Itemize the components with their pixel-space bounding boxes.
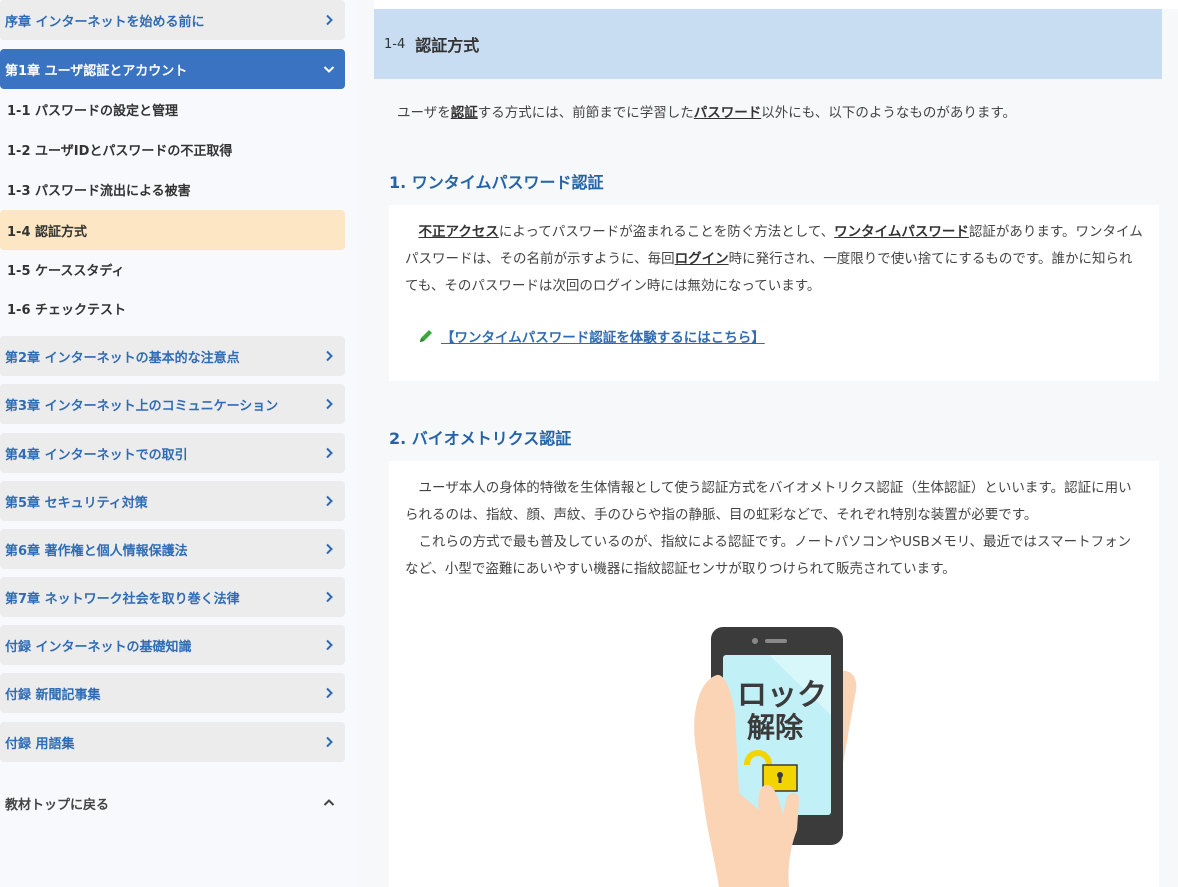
appendix-news[interactable]: 付録 新聞記事集 — [0, 673, 345, 713]
chapter-6[interactable]: 第6章 著作権と個人情報保護法 — [0, 529, 345, 569]
chapter-4[interactable]: 第4章 インターネットでの取引 — [0, 433, 345, 473]
chevron-right-icon — [326, 447, 333, 459]
top-strip — [374, 0, 1178, 9]
screen-text-line2: 解除 — [747, 711, 804, 744]
chapter-label: 付録 インターネットの基礎知識 — [5, 639, 192, 655]
pencil-icon — [420, 330, 432, 342]
section-number: 1-4 — [384, 36, 406, 52]
chapter-label: 第6章 著作権と個人情報保護法 — [5, 543, 188, 559]
chapter-5[interactable]: 第5章 セキュリティ対策 — [0, 481, 345, 521]
chapter-label: 序章 インターネットを始める前に — [5, 14, 205, 30]
section-1-2[interactable]: 1-2 ユーザIDとパスワードの不正取得 — [0, 129, 345, 169]
appendix-glossary[interactable]: 付録 用語集 — [0, 722, 345, 762]
chapter-label: 第4章 インターネットでの取引 — [5, 447, 188, 463]
chevron-right-icon — [326, 591, 333, 603]
screen-text-line1: ロック — [737, 678, 827, 713]
section-label: 1-3 パスワード流出による被害 — [7, 183, 191, 199]
chevron-right-icon — [326, 14, 333, 26]
sidebar: 序章 インターネットを始める前に 第1章 ユーザ認証とアカウント 1-1 パスワ… — [0, 0, 359, 887]
chevron-right-icon — [326, 736, 333, 748]
chevron-right-icon — [326, 639, 333, 651]
chapter-label: 第5章 セキュリティ対策 — [5, 495, 148, 511]
section-1-heading: 1. ワンタイムパスワード認証 — [389, 173, 604, 192]
back-label: 教材トップに戻る — [5, 797, 110, 813]
chevron-up-icon — [323, 799, 335, 806]
chapter-2[interactable]: 第2章 インターネットの基本的な注意点 — [0, 336, 345, 376]
section-label: 1-2 ユーザIDとパスワードの不正取得 — [7, 143, 233, 159]
section-1-5[interactable]: 1-5 ケーススタディ — [0, 249, 345, 289]
section-1-1[interactable]: 1-1 パスワードの設定と管理 — [0, 89, 345, 129]
section-label: 1-6 チェックテスト — [7, 302, 127, 318]
section-label: 1-5 ケーススタディ — [7, 263, 125, 279]
chevron-right-icon — [326, 398, 333, 410]
chevron-right-icon — [326, 350, 333, 362]
appendix-basics[interactable]: 付録 インターネットの基礎知識 — [0, 625, 345, 665]
chapter-label: 第3章 インターネット上のコミュニケーション — [5, 398, 279, 414]
section-label: 1-4 認証方式 — [7, 224, 88, 240]
intro-pre: ユーザを — [397, 105, 451, 121]
section-label: 1-1 パスワードの設定と管理 — [7, 103, 179, 119]
back-to-top-link[interactable]: 教材トップに戻る — [0, 782, 345, 824]
glossary-link-otp[interactable]: ワンタイムパスワード — [834, 224, 969, 240]
glossary-link-password[interactable]: パスワード — [694, 105, 762, 121]
page-title: 認証方式 — [415, 36, 480, 55]
text: によってパスワードが盗まれることを防ぐ方法として、 — [498, 224, 835, 240]
chapter-7[interactable]: 第7章 ネットワーク社会を取り巻く法律 — [0, 577, 345, 617]
page-header: 1-4 認証方式 — [374, 9, 1162, 79]
chapter-3[interactable]: 第3章 インターネット上のコミュニケーション — [0, 384, 345, 424]
section-1-6[interactable]: 1-6 チェックテスト — [0, 288, 345, 328]
phone-unlock-illustration: ロック 解除 — [694, 627, 857, 887]
chevron-right-icon — [326, 495, 333, 507]
chapter-intro[interactable]: 序章 インターネットを始める前に — [0, 0, 345, 40]
intro-text: ユーザを認証する方式には、前節までに学習したパスワード以外にも、以下のようなもの… — [397, 101, 1016, 121]
section-1-4[interactable]: 1-4 認証方式 — [0, 210, 345, 250]
intro-mid: する方式には、前節までに学習した — [477, 105, 694, 121]
chevron-down-icon — [323, 66, 335, 73]
link-label: 【ワンタイムパスワード認証を体験するにはこちら】 — [441, 330, 765, 346]
chapter-label: 第7章 ネットワーク社会を取り巻く法律 — [5, 591, 240, 607]
chapter-label: 第1章 ユーザ認証とアカウント — [5, 63, 188, 79]
section-2-heading: 2. バイオメトリクス認証 — [389, 429, 572, 448]
section-1-3[interactable]: 1-3 パスワード流出による被害 — [0, 169, 345, 209]
section-1-card: 不正アクセスによってパスワードが盗まれることを防ぐ方法として、ワンタイムパスワー… — [389, 205, 1159, 381]
main-content: 1-4 認証方式 ユーザを認証する方式には、前節までに学習したパスワード以外にも… — [359, 0, 1178, 887]
section-2-paragraph-1: ユーザ本人の身体的特徴を生体情報として使う認証方式をバイオメトリクス認証（生体認… — [405, 480, 1132, 523]
glossary-link-unauthorized-access[interactable]: 不正アクセス — [419, 224, 499, 240]
chapter-1[interactable]: 第1章 ユーザ認証とアカウント — [0, 49, 345, 89]
glossary-link-auth[interactable]: 認証 — [451, 105, 478, 121]
intro-post: 以外にも、以下のようなものがあります。 — [761, 105, 1016, 121]
chapter-label: 付録 新聞記事集 — [5, 687, 101, 703]
chevron-right-icon — [326, 687, 333, 699]
otp-experience-link[interactable]: 【ワンタイムパスワード認証を体験するにはこちら】 — [417, 326, 765, 346]
chevron-right-icon — [326, 543, 333, 555]
chapter-label: 付録 用語集 — [5, 736, 75, 752]
chapter-label: 第2章 インターネットの基本的な注意点 — [5, 350, 240, 366]
section-1-paragraph: 不正アクセスによってパスワードが盗まれることを防ぐ方法として、ワンタイムパスワー… — [405, 219, 1143, 300]
section-2-paragraph-2: これらの方式で最も普及しているのが、指紋による認証です。ノートパソコンやUSBメ… — [405, 534, 1132, 577]
glossary-link-login[interactable]: ログイン — [675, 251, 729, 267]
